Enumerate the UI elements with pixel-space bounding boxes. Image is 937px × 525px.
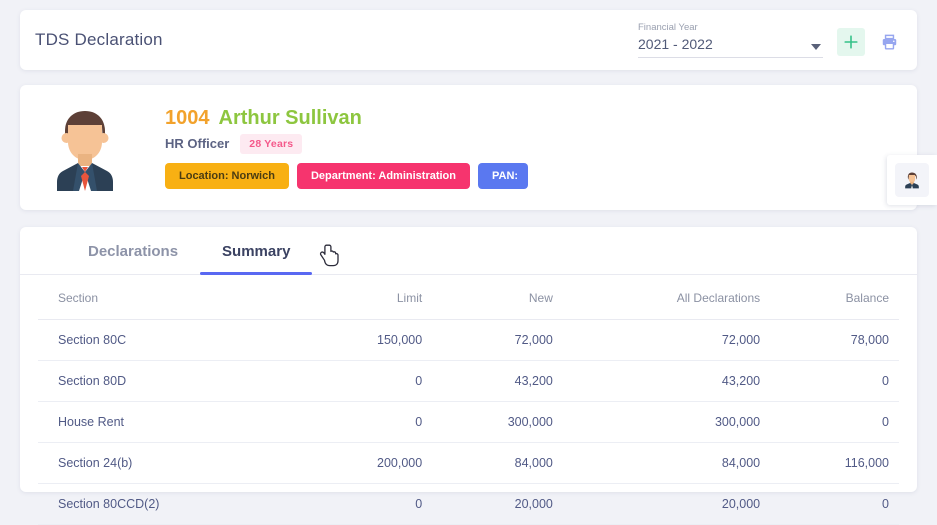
- person-icon: [905, 172, 919, 189]
- cell-balance: 0: [770, 360, 899, 402]
- side-widget-inner: [895, 163, 929, 197]
- page-header-card: TDS Declaration Financial Year 2021 - 20…: [20, 10, 917, 70]
- cell-balance: 78,000: [770, 319, 899, 361]
- table-head: Section Limit New All Declarations Balan…: [38, 275, 899, 320]
- employee-name-line: 1004 Arthur Sullivan: [165, 107, 528, 130]
- table-row: Section 80CCD(2) 0 20,000 20,000 0: [38, 483, 899, 525]
- financial-year-value: 2021 - 2022: [638, 36, 713, 52]
- header-controls: Financial Year 2021 - 2022: [638, 22, 903, 58]
- cell-section: Section 24(b): [38, 442, 302, 484]
- cell-balance: 0: [770, 483, 899, 525]
- cell-section: Section 80C: [38, 319, 302, 361]
- cell-balance: 0: [770, 401, 899, 443]
- cell-limit: 0: [301, 360, 433, 402]
- summary-table-wrap: Section Limit New All Declarations Balan…: [20, 275, 917, 525]
- cell-section: House Rent: [38, 401, 302, 443]
- column-header-all-declarations: All Declarations: [562, 275, 771, 320]
- column-header-new: New: [432, 275, 563, 320]
- column-header-limit: Limit: [301, 275, 433, 320]
- declarations-content-card: Declarations Summary Section Limit New A…: [20, 227, 917, 525]
- pan-tag: PAN:: [478, 162, 529, 189]
- summary-table: Section Limit New All Declarations Balan…: [38, 275, 899, 525]
- tab-declarations[interactable]: Declarations: [66, 227, 200, 274]
- plus-icon: [844, 35, 858, 49]
- cell-all-declarations: 43,200: [562, 360, 771, 402]
- chevron-down-icon[interactable]: [811, 44, 821, 50]
- cell-limit: 0: [301, 483, 433, 525]
- table-row: Section 80D 0 43,200 43,200 0: [38, 360, 899, 402]
- experience-badge: 28 Years: [240, 133, 303, 154]
- employee-role: HR Officer: [165, 136, 230, 151]
- employee-name: Arthur Sullivan: [218, 106, 362, 129]
- employee-role-line: HR Officer 28 Years: [165, 133, 528, 154]
- employee-details: 1004 Arthur Sullivan HR Officer 28 Years…: [165, 107, 529, 189]
- cell-all-declarations: 72,000: [562, 319, 771, 361]
- printer-icon: [882, 34, 896, 50]
- financial-year-label: Financial Year: [638, 22, 698, 33]
- cell-new: 43,200: [432, 360, 563, 402]
- cell-all-declarations: 84,000: [562, 442, 771, 484]
- cell-new: 84,000: [432, 442, 563, 484]
- avatar: [30, 105, 140, 191]
- tab-bar: Declarations Summary: [20, 227, 917, 275]
- tab-summary[interactable]: Summary: [200, 227, 313, 275]
- cell-section: Section 80D: [38, 360, 302, 402]
- cell-section: Section 80CCD(2): [38, 483, 302, 525]
- table-row: House Rent 0 300,000 300,000 0: [38, 401, 899, 443]
- employee-profile-card: 1004 Arthur Sullivan HR Officer 28 Years…: [20, 85, 917, 210]
- cell-balance: 116,000: [770, 442, 899, 484]
- table-header-row: Section Limit New All Declarations Balan…: [38, 275, 899, 320]
- cell-new: 20,000: [432, 483, 563, 525]
- employee-tag-row: Location: Norwich Department: Administra…: [165, 162, 529, 189]
- column-header-balance: Balance: [770, 275, 899, 320]
- cell-limit: 200,000: [301, 442, 433, 484]
- cell-limit: 0: [301, 401, 433, 443]
- table-row: Section 80C 150,000 72,000 72,000 78,000: [38, 319, 899, 361]
- cell-new: 300,000: [432, 401, 563, 443]
- user-avatar-illustration: [57, 110, 113, 191]
- cell-new: 72,000: [432, 319, 563, 361]
- table-row: Section 24(b) 200,000 84,000 84,000 116,…: [38, 442, 899, 484]
- add-button[interactable]: [837, 28, 865, 56]
- side-profile-widget[interactable]: [887, 155, 937, 205]
- employee-id: 1004: [165, 106, 210, 129]
- page-title: TDS Declaration: [35, 30, 163, 49]
- cell-limit: 150,000: [301, 319, 433, 361]
- column-header-section: Section: [38, 275, 302, 320]
- department-tag: Department: Administration: [296, 162, 470, 189]
- financial-year-select[interactable]: Financial Year 2021 - 2022: [638, 22, 823, 58]
- cell-all-declarations: 20,000: [562, 483, 771, 525]
- table-body: Section 80C 150,000 72,000 72,000 78,000…: [38, 319, 899, 525]
- cell-all-declarations: 300,000: [562, 401, 771, 443]
- location-tag: Location: Norwich: [165, 162, 289, 189]
- print-button[interactable]: [875, 28, 903, 56]
